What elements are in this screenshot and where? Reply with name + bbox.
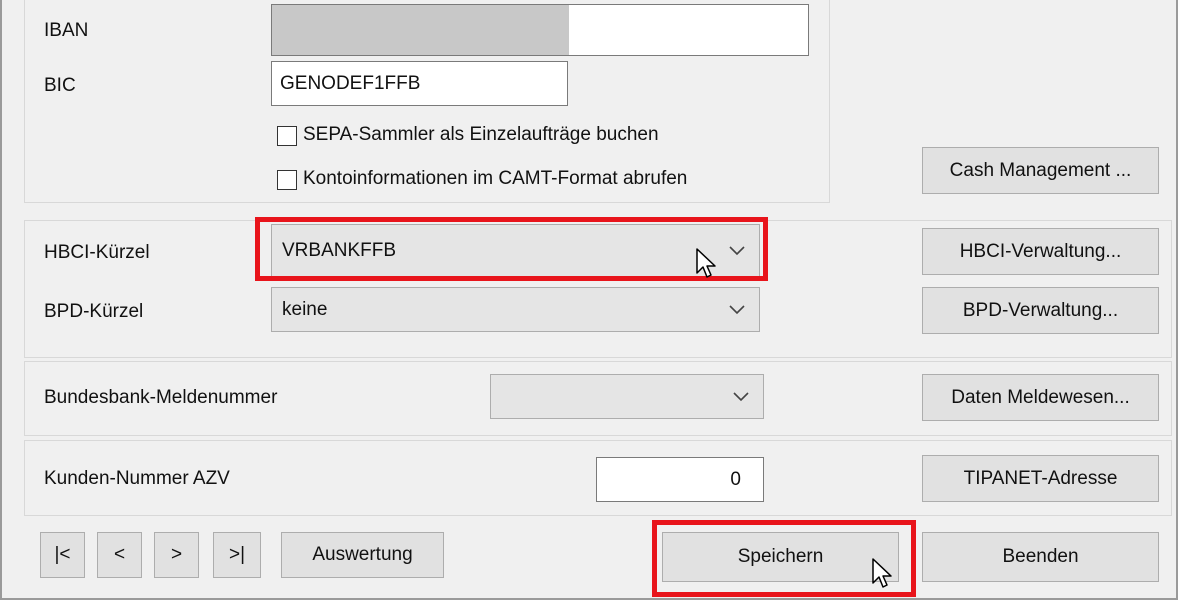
bpd-label: BPD-Kürzel — [44, 301, 144, 322]
hbci-management-button[interactable]: HBCI-Verwaltung... — [922, 228, 1159, 275]
camt-checkbox[interactable] — [277, 170, 297, 190]
bpd-management-button[interactable]: BPD-Verwaltung... — [922, 287, 1159, 334]
meldenummer-select[interactable] — [490, 374, 764, 419]
azv-number-field[interactable]: 0 — [596, 457, 764, 502]
bpd-select[interactable]: keine — [271, 287, 760, 332]
previous-record-button[interactable]: < — [97, 532, 142, 578]
chevron-down-icon — [729, 304, 745, 314]
tipanet-address-button[interactable]: TIPANET-Adresse — [922, 455, 1159, 502]
sepa-checkbox-label[interactable]: SEPA-Sammler als Einzelaufträge buchen — [303, 124, 659, 146]
account-group: IBAN BIC GENODEF1FFB SEPA-Sammler als Ei… — [24, 0, 830, 203]
iban-field[interactable] — [271, 4, 809, 56]
iban-label: IBAN — [44, 20, 89, 41]
sepa-checkbox[interactable] — [277, 126, 297, 146]
iban-masked-value — [272, 5, 569, 55]
bic-label: BIC — [44, 75, 76, 96]
last-record-button[interactable]: >| — [213, 532, 261, 578]
bpd-select-value: keine — [282, 298, 328, 320]
hbci-highlight-box — [255, 217, 768, 281]
next-record-button[interactable]: > — [154, 532, 199, 578]
bic-field[interactable]: GENODEF1FFB — [271, 61, 568, 106]
cash-management-button[interactable]: Cash Management ... — [922, 147, 1159, 194]
dialog-window: IBAN BIC GENODEF1FFB SEPA-Sammler als Ei… — [0, 0, 1178, 600]
first-record-button[interactable]: |< — [40, 532, 85, 578]
mouse-cursor-icon — [696, 248, 716, 278]
camt-checkbox-label[interactable]: Kontoinformationen im CAMT-Format abrufe… — [303, 168, 687, 190]
mouse-cursor-icon — [872, 558, 892, 588]
close-button[interactable]: Beenden — [922, 532, 1159, 582]
azv-label: Kunden-Nummer AZV — [44, 468, 230, 489]
daten-meldewesen-button[interactable]: Daten Meldewesen... — [922, 374, 1159, 421]
report-button[interactable]: Auswertung — [281, 532, 444, 578]
chevron-down-icon — [733, 391, 749, 401]
meldenummer-label: Bundesbank-Meldenummer — [44, 387, 278, 408]
hbci-label: HBCI-Kürzel — [44, 242, 150, 263]
